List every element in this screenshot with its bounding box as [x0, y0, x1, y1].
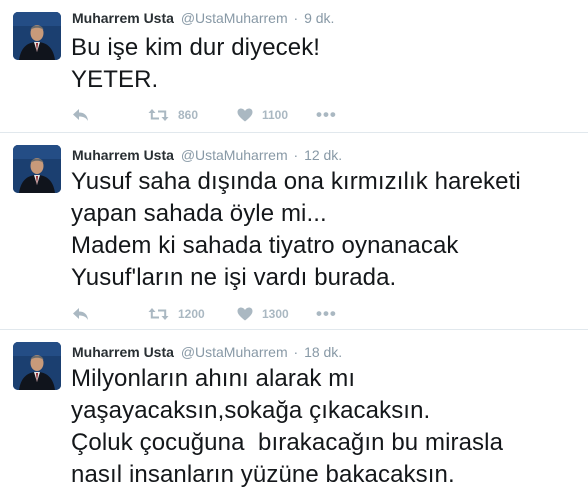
tweet-timestamp[interactable]: 9 dk. — [304, 10, 334, 26]
retweet-button[interactable]: 860 — [148, 106, 237, 124]
like-count: 1300 — [262, 307, 289, 321]
more-icon: ••• — [316, 304, 337, 323]
author-username[interactable]: @UstaMuharrem — [181, 344, 288, 360]
tweet-actions: 860 1100 ••• — [72, 106, 337, 124]
tweet[interactable]: Muharrem Usta @UstaMuharrem · 12 dk. Yus… — [0, 133, 588, 330]
tweet-text: Yusuf saha dışında ona kırmızılık hareke… — [71, 168, 521, 291]
reply-button[interactable] — [72, 106, 148, 124]
retweet-count: 1200 — [178, 307, 205, 321]
retweet-icon — [148, 307, 169, 321]
retweet-count: 860 — [178, 108, 199, 122]
tweet-text: Bu işe kim dur diyecek! YETER. — [71, 34, 321, 93]
author-name[interactable]: Muharrem Usta — [72, 344, 174, 360]
author-username[interactable]: @UstaMuharrem — [181, 10, 288, 26]
author-name[interactable]: Muharrem Usta — [72, 147, 174, 163]
tweet-header: Muharrem Usta @UstaMuharrem · 12 dk. — [72, 146, 342, 164]
tweet-header: Muharrem Usta @UstaMuharrem · 18 dk. — [72, 343, 342, 361]
header-separator: · — [293, 10, 299, 26]
heart-icon — [237, 108, 253, 122]
reply-button[interactable] — [72, 305, 148, 323]
like-button[interactable]: 1300 — [237, 305, 316, 323]
retweet-icon — [148, 108, 169, 122]
tweet[interactable]: Muharrem Usta @UstaMuharrem · 18 dk. Mil… — [0, 330, 588, 500]
tweet-timestamp[interactable]: 12 dk. — [304, 147, 342, 163]
tweet-timestamp[interactable]: 18 dk. — [304, 344, 342, 360]
header-separator: · — [293, 147, 299, 163]
author-name[interactable]: Muharrem Usta — [72, 10, 174, 26]
tweet[interactable]: Muharrem Usta @UstaMuharrem · 9 dk. Bu i… — [0, 0, 588, 133]
more-button[interactable]: ••• — [316, 106, 337, 124]
avatar[interactable] — [13, 12, 61, 60]
avatar[interactable] — [13, 342, 61, 390]
like-count: 1100 — [262, 108, 289, 122]
tweet-text: Milyonların ahını alarak mı yaşayacaksın… — [71, 365, 504, 488]
heart-icon — [237, 307, 253, 321]
like-button[interactable]: 1100 — [237, 106, 316, 124]
reply-icon — [72, 108, 89, 122]
tweet-timeline: Muharrem Usta @UstaMuharrem · 9 dk. Bu i… — [0, 0, 588, 500]
header-separator: · — [293, 344, 299, 360]
more-icon: ••• — [316, 105, 337, 124]
tweet-header: Muharrem Usta @UstaMuharrem · 9 dk. — [72, 9, 334, 27]
avatar[interactable] — [13, 145, 61, 193]
tweet-actions: 1200 1300 ••• — [72, 305, 337, 323]
retweet-button[interactable]: 1200 — [148, 305, 237, 323]
more-button[interactable]: ••• — [316, 305, 337, 323]
reply-icon — [72, 307, 89, 321]
author-username[interactable]: @UstaMuharrem — [181, 147, 288, 163]
